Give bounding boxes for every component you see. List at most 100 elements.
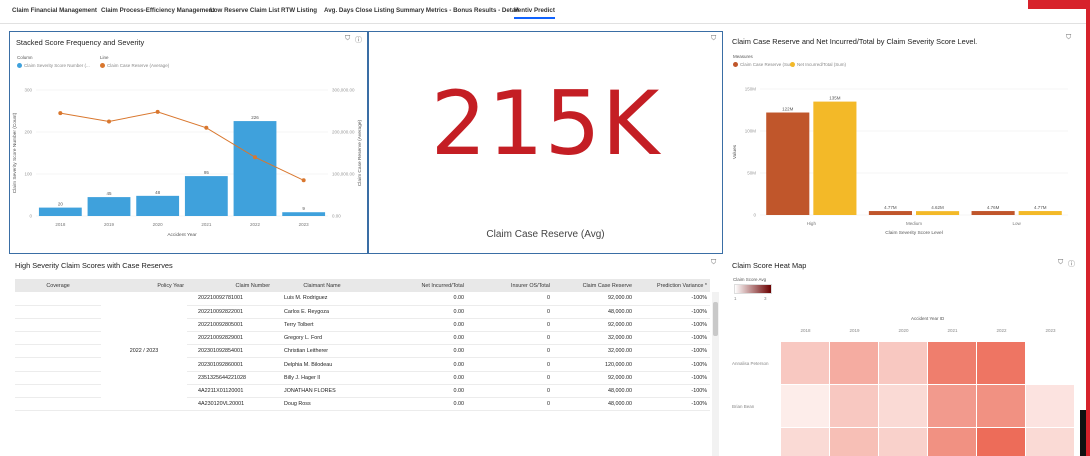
heatmap-cell[interactable] [1026,428,1074,456]
y-axis-title: Values [732,144,738,159]
legend-item-net[interactable]: Net Incurred/Total (Sum) [790,62,847,68]
heatmap-cell[interactable] [879,342,927,384]
claim-number-cell[interactable]: 4A230120VL20001 [187,397,273,412]
claim-number-cell[interactable]: 202210092805001 [187,318,273,333]
column-header-insurer-os[interactable]: Insurer OS/Total [467,279,553,292]
claimant-cell: Carlos E. Reygoza [273,305,371,319]
tab-low-reserve-claim-list[interactable]: Low Reserve Claim List [210,7,279,14]
frequency-severity-chart: 0 100 200 300 0.00 100,000.00 200,000.00 300,00… [12,88,363,239]
variance-cell: -100% [635,397,710,412]
filter-icon[interactable]: ⛉ [1066,34,1071,42]
heatmap-cell[interactable] [830,342,878,384]
claim-number-cell[interactable]: 2351325644221028 [187,371,273,385]
reserve-by-level-panel[interactable]: Claim Case Reserve and Net Incurred/Tota… [726,31,1078,254]
info-icon[interactable]: ⓘ [355,35,362,45]
bar-data-label: 4.62M [931,205,944,210]
legend-line-item[interactable]: Claim Case Reserve (Average) [100,63,169,69]
info-icon[interactable]: ⓘ [1068,259,1075,269]
heatmap-cell[interactable] [781,385,829,427]
claim-number-cell[interactable]: 202210092829001 [187,331,273,346]
legend-net-label: Net Incurred/Total (Sum) [797,62,847,67]
heatmap-cell[interactable] [830,428,878,456]
filter-icon[interactable]: ⛉ [711,259,716,267]
legend-item-reserve[interactable]: Claim Case Reserve (Sum) [733,62,795,68]
side-handle[interactable] [1080,410,1086,456]
heatmap-cell[interactable] [781,428,829,456]
line-point [155,109,160,114]
x-axis-title: Accident Year [167,232,197,238]
table-scroll-thumb[interactable] [713,302,718,336]
net-incurred-cell: 0.00 [371,371,467,385]
filter-icon[interactable]: ⛉ [1058,259,1063,267]
kpi-panel[interactable]: ⛉ 215K Claim Case Reserve (Avg) [368,31,723,254]
kpi-label: Claim Case Reserve (Avg) [486,229,605,240]
heatmap-cell[interactable] [879,385,927,427]
insurer-os-cell: 0 [467,331,553,346]
case-reserve-cell: 92,000.00 [553,371,635,385]
heatmap-legend-max: 3 [764,296,767,301]
frequency-severity-panel[interactable]: Stacked Score Frequency and Severity ⛉ ⓘ… [9,31,368,254]
variance-cell: -100% [635,384,710,399]
x-axis-title: Claim Severity Score Level [885,230,943,236]
variance-cell: -100% [635,318,710,333]
heatmap-cell[interactable] [879,428,927,456]
heatmap-cell[interactable] [977,428,1025,456]
column-header-claimant-name[interactable]: Claimant Name [273,279,371,292]
heatmap-cell[interactable] [928,342,976,384]
coverage-cell [15,292,101,306]
tab-ventiv-predict[interactable]: Ventiv Predict [514,7,555,19]
legend-column-item[interactable]: Claim Severity Score Number (... [17,63,90,69]
heatmap-cell[interactable] [830,385,878,427]
x-tick-label: High [807,221,817,226]
heatmap-cell[interactable] [977,342,1025,384]
coverage-cell [15,384,101,399]
x-tick-label: 2018 [55,222,66,227]
column-header-coverage[interactable]: Coverage [15,279,101,292]
column-header-claim-number[interactable]: Claim Number [187,279,273,292]
claim-number-cell[interactable]: 202301092854001 [187,344,273,359]
claimant-cell: Gregory L. Ford [273,331,371,346]
heatmap-cell[interactable] [1026,342,1074,384]
column-header-policy-year[interactable]: Policy Year [101,279,187,292]
coverage-cell [15,371,101,385]
tab-claim-financial-management[interactable]: Claim Financial Management [12,7,97,14]
table-scrollbar[interactable] [712,292,719,456]
bar [184,176,228,216]
heatmap-cell[interactable] [928,428,976,456]
claim-number-cell[interactable]: 202210092822001 [187,305,273,319]
claim-number-cell[interactable]: 4A2211X01120001 [187,384,273,399]
bar [916,211,960,215]
claim-number-cell[interactable]: 202301092860001 [187,357,273,372]
heatmap-row-label: Brian Bean [732,403,755,409]
bar [282,212,326,216]
legend-reserve-label: Claim Case Reserve (Sum) [740,62,795,67]
table-row[interactable]: 2022 / 2023 202210092781001 Luis M. Rodrig… [15,292,710,412]
tab-avg-days-close-listing[interactable]: Avg. Days Close Listing [324,7,394,14]
column-header-prediction-variance[interactable]: Prediction Variance * [635,279,710,292]
tab-rtw-listing[interactable]: RTW Listing [281,7,317,14]
column-header-net-incurred[interactable]: Net Incurred/Total [371,279,467,292]
bar-data-label: 4.77M [884,205,897,210]
y-tick-label: 100M [745,129,757,134]
bar-data-label: 48 [155,190,161,195]
variance-cell: -100% [635,305,710,319]
case-reserve-cell: 92,000.00 [553,318,635,333]
heatmap-cell[interactable] [1026,385,1074,427]
bar [136,195,180,216]
tab-summary-metrics[interactable]: Summary Metrics - Bonus Results - Detail [396,7,519,14]
heatmap-panel[interactable]: Claim Score Heat Map ⛉ ⓘ Claim Score Avg… [726,256,1078,456]
filter-icon[interactable]: ⛉ [711,35,716,43]
claim-number-cell[interactable]: 202210092781001 [187,292,273,306]
y2-tick-label: 100,000.00 [332,172,355,177]
y-tick-label: 0 [753,213,756,218]
high-severity-table-panel[interactable]: High Severity Claim Scores with Case Res… [9,256,723,456]
insurer-os-cell: 0 [467,305,553,319]
bar-data-label: 226 [251,115,259,120]
heatmap-cell[interactable] [781,342,829,384]
tab-claim-process-efficiency[interactable]: Claim Process-Efficiency Management [101,7,214,14]
column-header-case-reserve[interactable]: Claim Case Reserve [553,279,635,292]
heatmap-cell[interactable] [977,385,1025,427]
filter-icon[interactable]: ⛉ [345,35,350,43]
heatmap-cell[interactable] [928,385,976,427]
claimant-cell: Doug Ross [273,397,371,412]
